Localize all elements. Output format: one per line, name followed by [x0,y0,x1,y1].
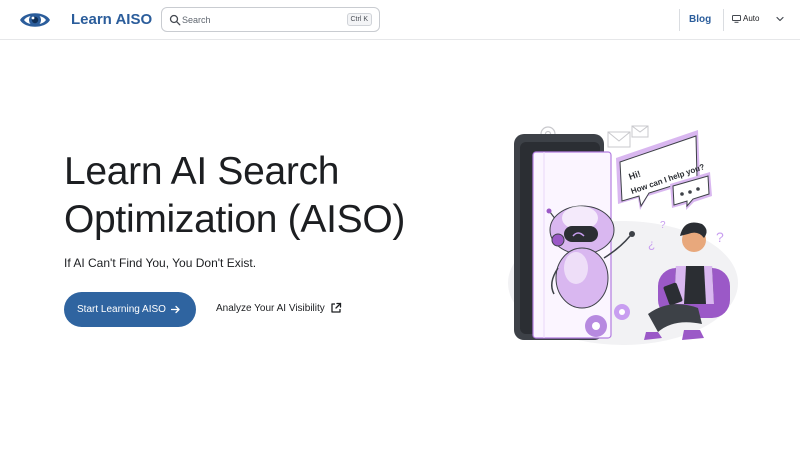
monitor-icon [732,15,741,23]
theme-toggle-dropdown[interactable]: Auto [732,12,790,28]
envelope-icon [607,125,649,148]
hero-title: Learn AI Search Optimization (AISO) [64,150,406,241]
hero-subtitle: If AI Can't Find You, You Don't Exist. [64,256,257,270]
search-shortcut-badge: Ctrl K [346,13,372,26]
question-mark-icon: ? [660,220,666,231]
nav-divider [723,9,724,31]
start-learning-label: Start Learning AISO [77,304,166,315]
external-link-icon [331,302,342,313]
theme-toggle-label: Auto [743,14,760,23]
chatbot-illustration: Hi! How can I help you? ¿ ? ? [508,125,738,345]
navbar: Learn AISO Ctrl K Blog Auto [0,0,800,40]
logo-eye-icon[interactable] [19,8,51,32]
search-icon [169,14,181,26]
brand-link[interactable]: Learn AISO [71,11,152,28]
search-box[interactable]: Ctrl K [161,7,380,32]
analyze-visibility-label: Analyze Your AI Visibility [216,303,325,314]
question-mark-icon: ? [716,229,724,245]
search-input[interactable] [182,11,342,28]
chevron-down-icon [776,16,784,22]
arrow-right-icon [171,305,180,314]
nav-divider [679,9,680,31]
nav-link-blog[interactable]: Blog [689,14,711,25]
question-mark-icon: ¿ [648,237,655,251]
start-learning-button[interactable]: Start Learning AISO [64,292,196,327]
